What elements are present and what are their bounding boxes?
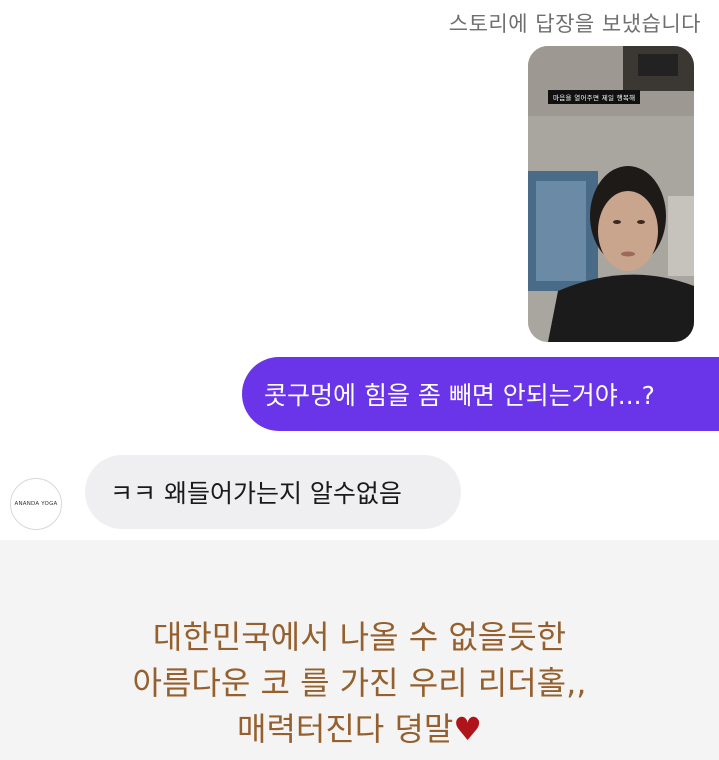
story-thumbnail[interactable]: 마음을 열어주면 제일 행복해: [528, 46, 694, 342]
caption-line-2: 아름다운 코 를 가진 우리 리더홀,,: [132, 664, 587, 702]
story-caption: 마음을 열어주면 제일 행복해: [548, 90, 641, 104]
story-reply-header: 스토리에 답장을 보냈습니다: [448, 12, 701, 36]
avatar[interactable]: ANANDA YOGA: [10, 478, 62, 530]
caption-line-1: 대한민국에서 나올 수 없을듯한: [152, 618, 567, 656]
sent-message-text: 콧구멍에 힘을 좀 빼면 안되는거야...?: [264, 381, 655, 410]
avatar-label: ANANDA YOGA: [14, 501, 58, 507]
received-message-bubble[interactable]: ㅋㅋ 왜들어가는지 알수없음: [85, 455, 461, 529]
bottom-caption: 대한민국에서 나올 수 없을듯한 아름다운 코 를 가진 우리 리더홀,, 매력…: [0, 614, 719, 752]
caption-line-3-text: 매력터진다 뎡말: [237, 710, 454, 748]
heart-icon: ♥: [453, 710, 482, 748]
received-message-text: ㅋㅋ 왜들어가는지 알수없음: [110, 479, 402, 508]
sent-message-bubble[interactable]: 콧구멍에 힘을 좀 빼면 안되는거야...?: [242, 357, 719, 431]
caption-line-3: 매력터진다 뎡말♥: [0, 706, 719, 752]
